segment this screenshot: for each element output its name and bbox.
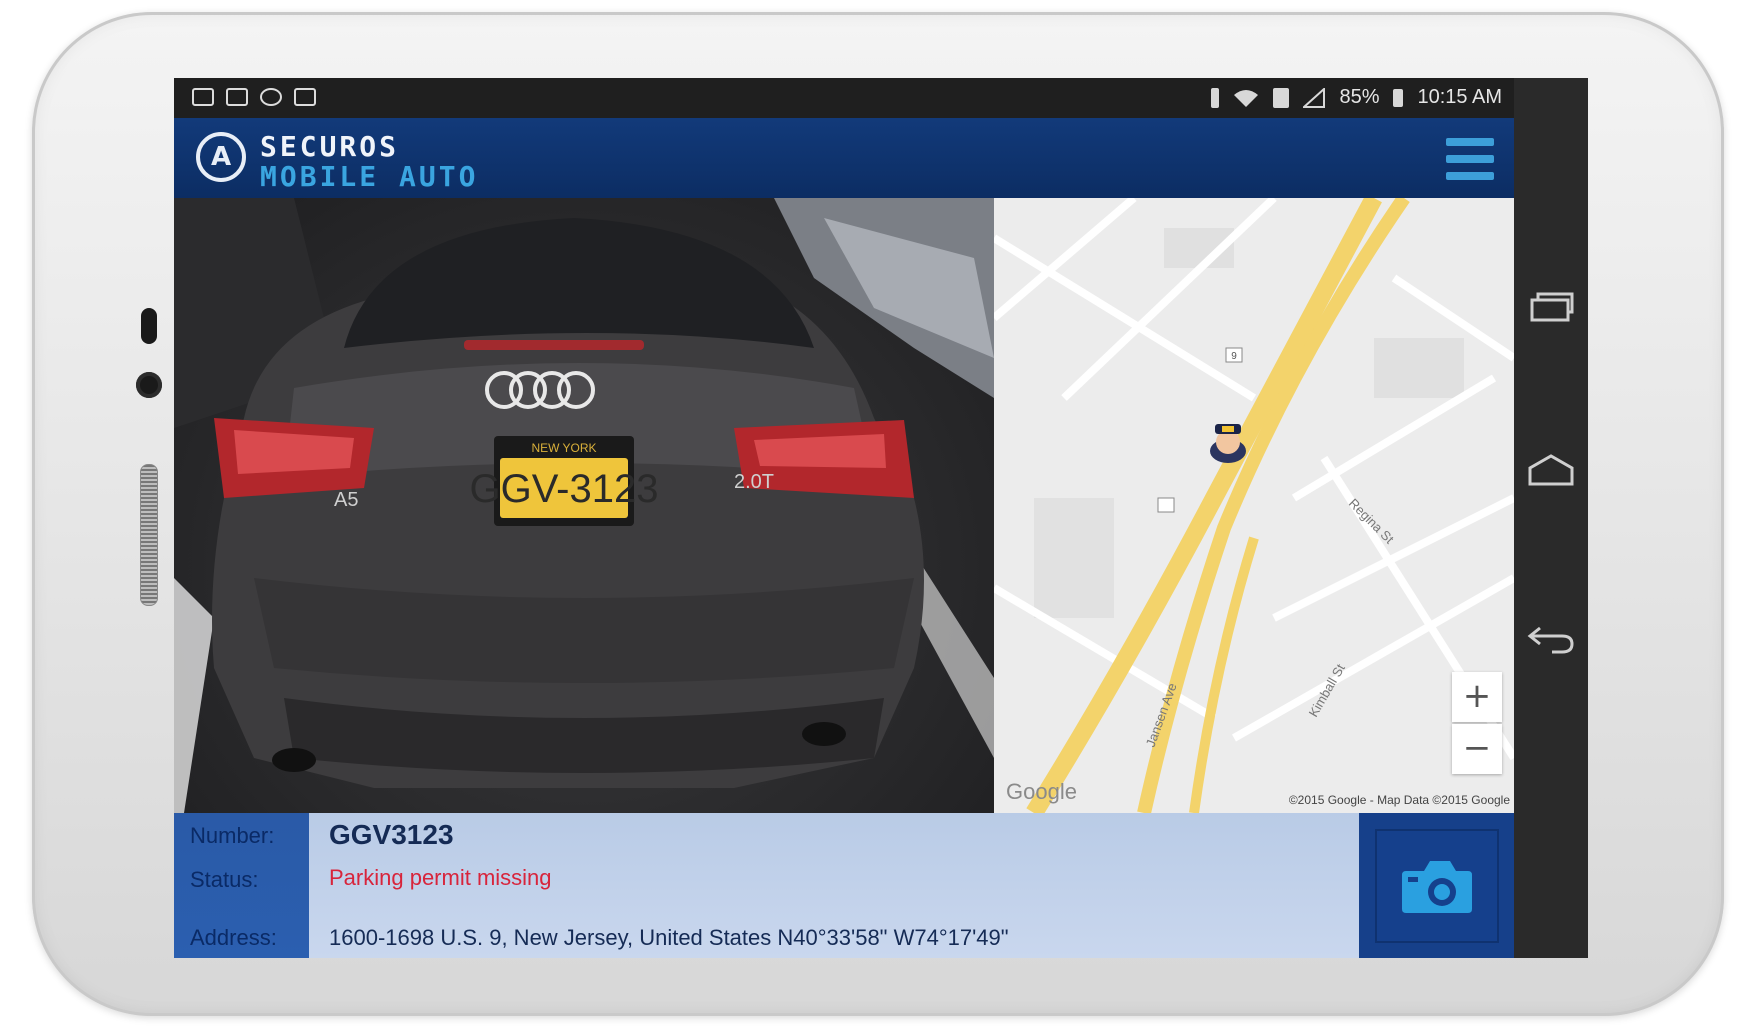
status-bar: 85% 10:15 AM [174,78,1514,118]
vehicle-photo: NEW YORK GGV-3123 A5 2.0T [174,198,994,813]
front-camera [136,372,162,398]
signal-icon [1303,87,1326,108]
google-logo: Google [1006,779,1077,804]
clock: 10:15 AM [1417,86,1502,108]
image-icon [192,88,214,106]
status-label: Status: [190,867,259,892]
speaker-grille [140,464,158,606]
plate-state: NEW YORK [531,441,596,455]
proximity-sensor [141,308,157,344]
status-value: Parking permit missing [329,865,552,890]
map-view[interactable]: Regina St Jansen Ave Kimball St 9 + − Go… [994,198,1514,813]
model-badge: A5 [334,489,358,511]
wifi-icon [1234,89,1259,107]
screenshot-icon [294,88,316,106]
hamburger-menu-icon[interactable] [1446,138,1494,180]
map-canvas: Regina St Jansen Ave Kimball St 9 [994,198,1514,813]
home-icon[interactable] [1526,450,1576,490]
plate-info-panel: Number: Status: Address: GGV3123 Parking… [174,813,1514,958]
capture-button-frame [1374,828,1499,943]
vibrate-icon [1211,87,1220,108]
number-label: Number: [190,823,275,848]
recent-apps-icon[interactable] [1526,288,1576,328]
map-copyright[interactable]: ©2015 Google - Map Data ©2015 Google [1289,793,1510,807]
zoom-in-button[interactable]: + [1452,672,1502,722]
camera-icon [1401,860,1472,913]
back-icon[interactable] [1526,618,1576,658]
sync-icon [260,88,282,106]
brand-name-bottom: MOBILE AUTO [260,160,479,193]
battery-percent: 85% [1339,86,1380,108]
brand-name-top: SECUROS [260,130,400,163]
app-logo: A [196,132,246,182]
zoom-out-button[interactable]: − [1452,724,1502,774]
address-label: Address: [190,925,277,950]
address-value: 1600-1698 U.S. 9, New Jersey, United Sta… [329,925,1009,950]
tablet-screen: 85% 10:15 AM A SECUROS MOBILE AUTO NEW Y… [174,78,1588,958]
engine-badge: 2.0T [734,471,774,493]
gallery-icon [226,88,248,106]
sim-icon [1273,87,1290,108]
route-shield-label: 9 [1231,351,1237,362]
car-illustration: NEW YORK GGV-3123 A5 2.0T [174,198,994,813]
capture-button[interactable] [1359,813,1514,958]
battery-icon [1393,88,1404,107]
app-header: A SECUROS MOBILE AUTO [174,118,1514,198]
system-nav-bar [1514,78,1588,958]
labels-column: Number: Status: Address: [174,813,309,958]
plate-number: GGV-3123 [469,467,658,511]
plate-number-value: GGV3123 [329,819,454,850]
